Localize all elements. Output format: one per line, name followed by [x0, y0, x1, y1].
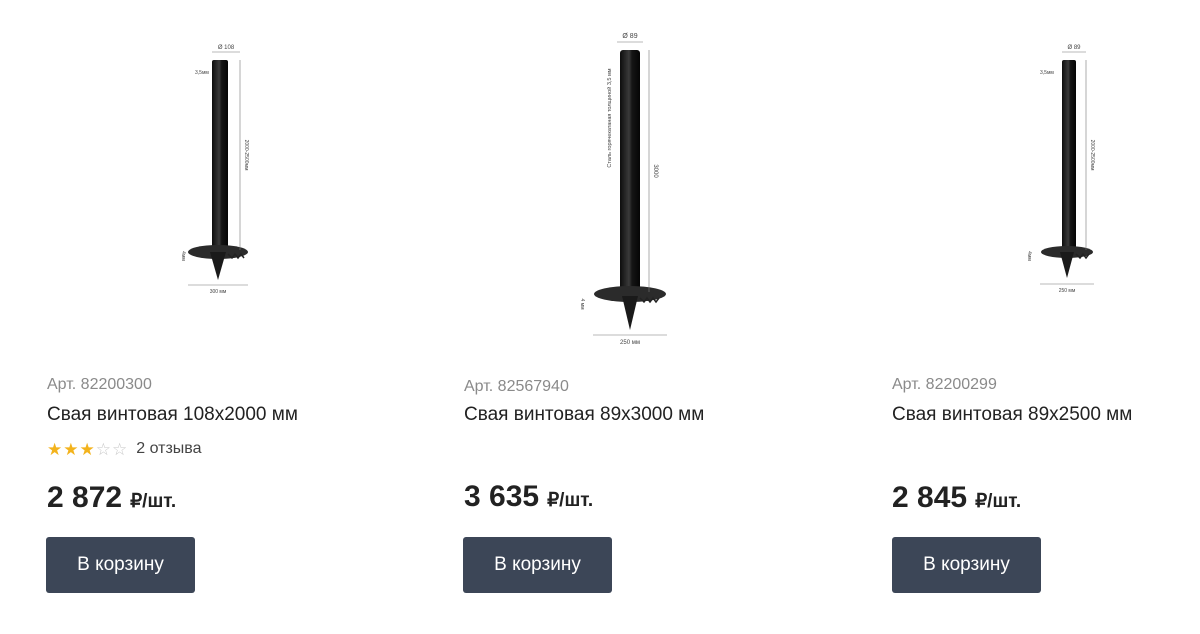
reviews-link[interactable]: 2 отзыва: [136, 440, 201, 458]
diameter-label: Ø 89: [1067, 45, 1081, 51]
length-label: 2000-2500мм: [1089, 140, 1095, 171]
star-filled-icon: ★: [47, 439, 63, 459]
product-sku: Арт. 82200300: [47, 376, 152, 393]
product-title-link[interactable]: Свая винтовая 108x2000 мм: [47, 404, 298, 426]
diameter-label: Ø 89: [622, 33, 637, 40]
product-rating[interactable]: ★ ★ ★ ☆ ☆ 2 отзыва: [47, 440, 202, 458]
blade-width-label: 300 мм: [210, 289, 227, 295]
product-sku: Арт. 82567940: [464, 378, 569, 395]
price-unit: ₽/шт.: [547, 490, 594, 511]
price-amount: 3 635: [464, 480, 540, 513]
product-image-link[interactable]: Ø 108 3,5мм 2000-2500мм 4мм 300 мм: [170, 40, 265, 300]
price-amount: 2 872: [47, 481, 123, 514]
product-image-link[interactable]: Ø 89 Сталь горячекатаная толщиной 3,5 мм…: [565, 28, 675, 350]
wall-label: 3,5мм: [1040, 70, 1054, 76]
blade-thickness-label: 4мм: [180, 251, 186, 261]
product-card: Ø 89 3,5мм 2000-2500мм 4мм 250 мм Арт. 8…: [830, 0, 1200, 634]
star-empty-icon: ☆: [112, 439, 128, 459]
length-label: 3000: [652, 164, 658, 178]
blade-thickness-label: 4 мм: [579, 298, 585, 310]
pile-drawing-image: Ø 89 3,5мм 2000-2500мм 4мм 250 мм: [1026, 45, 1095, 294]
add-to-cart-button[interactable]: В корзину: [892, 537, 1041, 593]
product-title-link[interactable]: Свая винтовая 89x3000 мм: [464, 404, 704, 426]
blade-width-label: 250 мм: [1059, 288, 1076, 294]
star-filled-icon: ★: [79, 439, 95, 459]
product-card: Ø 108 3,5мм 2000-2500мм 4мм 300 мм Арт. …: [0, 0, 400, 634]
add-to-cart-button[interactable]: В корзину: [46, 537, 195, 593]
wall-label: Сталь горячекатаная толщиной 3,5 мм: [606, 68, 613, 167]
blade-width-label: 250 мм: [620, 340, 640, 346]
add-to-cart-button[interactable]: В корзину: [463, 537, 612, 593]
rating-stars: ★ ★ ★ ☆ ☆: [47, 441, 127, 458]
star-filled-icon: ★: [63, 439, 79, 459]
pile-drawing-image: Ø 89 Сталь горячекатаная толщиной 3,5 мм…: [579, 33, 667, 346]
diameter-label: Ø 108: [218, 45, 235, 51]
product-price: 2 872 ₽/шт.: [47, 481, 176, 515]
product-image-link[interactable]: Ø 89 3,5мм 2000-2500мм 4мм 250 мм: [1020, 40, 1115, 300]
blade-thickness-label: 4мм: [1026, 251, 1032, 261]
product-price: 3 635 ₽/шт.: [464, 480, 593, 514]
product-sku: Арт. 82200299: [892, 376, 997, 393]
pile-drawing-image: Ø 108 3,5мм 2000-2500мм 4мм 300 мм: [180, 45, 249, 295]
price-unit: ₽/шт.: [975, 491, 1022, 512]
star-empty-icon: ☆: [95, 439, 111, 459]
length-label: 2000-2500мм: [243, 140, 249, 171]
product-title-link[interactable]: Свая винтовая 89x2500 мм: [892, 404, 1132, 426]
product-price: 2 845 ₽/шт.: [892, 481, 1021, 515]
price-unit: ₽/шт.: [130, 491, 177, 512]
product-card: Ø 89 Сталь горячекатаная толщиной 3,5 мм…: [410, 0, 810, 634]
wall-label: 3,5мм: [195, 70, 209, 76]
price-amount: 2 845: [892, 481, 968, 514]
